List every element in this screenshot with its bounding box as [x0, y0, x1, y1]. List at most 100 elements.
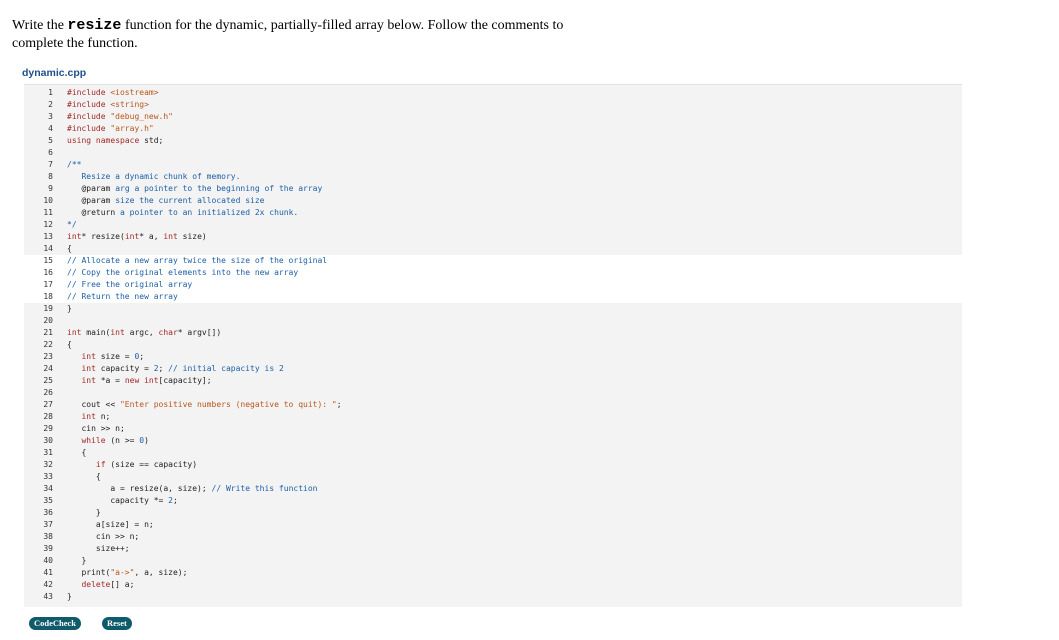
code-line[interactable]: 20 [24, 315, 962, 327]
code-line[interactable]: 41 print("a->", a, size); [24, 567, 962, 579]
code-text[interactable]: @param size the current allocated size [67, 195, 264, 207]
code-line[interactable]: 9 @param arg a pointer to the beginning … [24, 183, 962, 195]
code-text[interactable]: */ [67, 219, 77, 231]
code-line[interactable]: 6 [24, 147, 962, 159]
code-line[interactable]: 28 int n; [24, 411, 962, 423]
code-text[interactable]: int n; [67, 411, 110, 423]
code-text[interactable]: { [67, 339, 72, 351]
code-line[interactable]: 2 #include <string> [24, 99, 962, 111]
code-line[interactable]: 5 using namespace std; [24, 135, 962, 147]
code-line[interactable]: 24 int capacity = 2; // initial capacity… [24, 363, 962, 375]
code-text[interactable]: capacity *= 2; [67, 495, 177, 507]
code-text[interactable]: cin >> n; [67, 423, 124, 435]
code-line[interactable]: 25 int *a = new int[capacity]; [24, 375, 962, 387]
code-line[interactable]: 18 // Return the new array [24, 291, 962, 303]
line-number: 3 [48, 112, 53, 121]
code-text[interactable]: int *a = new int[capacity]; [67, 375, 211, 387]
code-line[interactable]: 35 capacity *= 2; [24, 495, 962, 507]
code-line[interactable]: 8 Resize a dynamic chunk of memory. [24, 171, 962, 183]
code-line[interactable]: 36 } [24, 507, 962, 519]
code-text[interactable]: /** [67, 159, 81, 171]
code-text[interactable]: cin >> n; [67, 531, 139, 543]
code-text[interactable]: // Free the original array [67, 279, 192, 291]
code-line[interactable]: 13 int* resize(int* a, int size) [24, 231, 962, 243]
code-text[interactable]: #include <iostream> [67, 87, 159, 99]
line-number: 38 [43, 532, 53, 541]
line-number: 4 [48, 124, 53, 133]
line-number: 9 [48, 184, 53, 193]
code-text[interactable]: size++; [67, 543, 130, 555]
code-line[interactable]: 10 @param size the current allocated siz… [24, 195, 962, 207]
reset-button[interactable]: Reset [102, 617, 132, 630]
code-line[interactable]: 22 { [24, 339, 962, 351]
line-number: 39 [43, 544, 53, 553]
code-line[interactable]: 43} [24, 591, 962, 603]
code-line[interactable]: 16 // Copy the original elements into the… [24, 267, 962, 279]
line-number: 43 [43, 592, 53, 601]
line-number: 30 [43, 436, 53, 445]
code-text[interactable]: a[size] = n; [67, 519, 154, 531]
code-text[interactable]: #include <string> [67, 99, 149, 111]
code-editor[interactable]: 1 #include <iostream> 2 #include <string> 3 #… [24, 84, 962, 607]
code-line[interactable]: 32 if (size == capacity) [24, 459, 962, 471]
code-line[interactable]: 4 #include "array.h" [24, 123, 962, 135]
code-text[interactable]: // Return the new array [67, 291, 178, 303]
code-text[interactable]: cout << "Enter positive numbers (negativ… [67, 399, 341, 411]
code-text[interactable]: delete[] a; [67, 579, 134, 591]
code-line[interactable]: 19} [24, 303, 962, 315]
code-line[interactable]: 31 { [24, 447, 962, 459]
code-line[interactable]: 29 cin >> n; [24, 423, 962, 435]
code-text[interactable]: #include "array.h" [67, 123, 154, 135]
code-text[interactable]: int* resize(int* a, int size) [67, 231, 207, 243]
code-line[interactable]: 3 #include "debug_new.h" [24, 111, 962, 123]
code-line[interactable]: 12 */ [24, 219, 962, 231]
line-number: 16 [43, 268, 53, 277]
code-text[interactable]: } [67, 303, 72, 315]
code-text[interactable]: print("a->", a, size); [67, 567, 187, 579]
code-text[interactable]: Resize a dynamic chunk of memory. [67, 171, 240, 183]
code-line[interactable]: 37 a[size] = n; [24, 519, 962, 531]
code-text[interactable]: if (size == capacity) [67, 459, 197, 471]
code-line[interactable]: 17 // Free the original array [24, 279, 962, 291]
code-line[interactable]: 39 size++; [24, 543, 962, 555]
code-line[interactable]: 38 cin >> n; [24, 531, 962, 543]
code-line[interactable]: 40 } [24, 555, 962, 567]
code-text[interactable]: { [67, 471, 101, 483]
code-text[interactable]: @return a pointer to an initialized 2x c… [67, 207, 298, 219]
line-number: 1 [48, 88, 53, 97]
code-text[interactable]: } [67, 507, 101, 519]
code-line[interactable]: 23 int size = 0; [24, 351, 962, 363]
code-text[interactable]: @param arg a pointer to the beginning of… [67, 183, 322, 195]
code-text[interactable]: } [67, 555, 86, 567]
code-line[interactable]: 42 delete[] a; [24, 579, 962, 591]
code-text[interactable]: int capacity = 2; // initial capacity is… [67, 363, 283, 375]
code-text[interactable]: a = resize(a, size); // Write this funct… [67, 483, 317, 495]
line-number: 23 [43, 352, 53, 361]
code-line[interactable]: 27 cout << "Enter positive numbers (nega… [24, 399, 962, 411]
code-text[interactable]: int main(int argc, char* argv[]) [67, 327, 221, 339]
code-line[interactable]: 34 a = resize(a, size); // Write this fu… [24, 483, 962, 495]
code-text[interactable]: while (n >= 0) [67, 435, 148, 447]
line-number: 34 [43, 484, 53, 493]
code-line[interactable]: 26 [24, 387, 962, 399]
code-text[interactable]: { [67, 243, 72, 255]
code-line[interactable]: 30 while (n >= 0) [24, 435, 962, 447]
code-text[interactable]: using namespace std; [67, 135, 163, 147]
code-text[interactable]: #include "debug_new.h" [67, 111, 173, 123]
code-line[interactable]: 1 #include <iostream> [24, 87, 962, 99]
code-line[interactable]: 15 // Allocate a new array twice the size… [24, 255, 962, 267]
code-text[interactable]: { [67, 447, 86, 459]
code-text[interactable]: // Allocate a new array twice the size o… [67, 255, 327, 267]
code-line[interactable]: 14 { [24, 243, 962, 255]
codecheck-button[interactable]: CodeCheck [29, 617, 82, 630]
line-number: 15 [43, 256, 53, 265]
code-line[interactable]: 33 { [24, 471, 962, 483]
line-number: 25 [43, 376, 53, 385]
line-number: 24 [43, 364, 53, 373]
code-line[interactable]: 11 @return a pointer to an initialized 2… [24, 207, 962, 219]
code-text[interactable]: int size = 0; [67, 351, 144, 363]
code-line[interactable]: 7 /** [24, 159, 962, 171]
code-line[interactable]: 21 int main(int argc, char* argv[]) [24, 327, 962, 339]
code-text[interactable]: } [67, 591, 72, 603]
code-text[interactable]: // Copy the original elements into the n… [67, 267, 298, 279]
